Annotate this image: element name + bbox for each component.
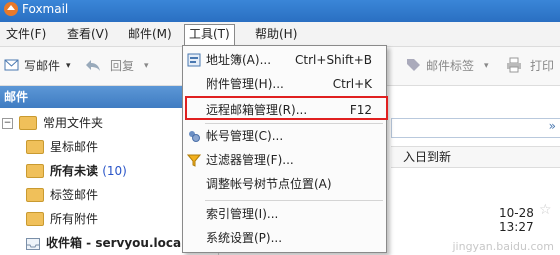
reply-button[interactable]: 回复 — [110, 57, 134, 75]
menu-item-system-settings[interactable]: 系统设置(P)... — [183, 226, 386, 250]
menu-help[interactable]: 帮助(H) — [251, 25, 301, 43]
search-input[interactable]: » — [391, 118, 560, 138]
menu-view[interactable]: 查看(V) — [63, 25, 113, 43]
tree-item-tagged[interactable]: 标签邮件 — [26, 184, 98, 206]
tree-item-starred[interactable]: 星标邮件 — [26, 136, 98, 158]
title-bar: Foxmail — [0, 0, 560, 22]
menu-item-filter-manager[interactable]: 过滤器管理(F)... — [183, 148, 386, 172]
menu-item-account-manager[interactable]: 帐号管理(C)... — [183, 124, 386, 148]
tree-item-unread[interactable]: 所有未读 (10) — [26, 160, 127, 182]
app-title: Foxmail — [22, 2, 69, 16]
folder-icon — [26, 187, 44, 202]
reply-icon — [86, 60, 100, 71]
collapse-icon[interactable]: − — [2, 118, 13, 129]
folder-icon — [26, 211, 44, 226]
tree-item-common-folders[interactable]: − 常用文件夹 — [2, 112, 103, 134]
filter-icon — [187, 154, 201, 167]
menu-file[interactable]: 文件(F) — [2, 25, 50, 43]
chevron-down-icon[interactable]: ▾ — [484, 57, 489, 75]
tag-icon — [407, 59, 420, 71]
menu-mail[interactable]: 邮件(M) — [124, 25, 176, 43]
folder-icon — [19, 115, 37, 130]
sort-label: 入日到新 — [403, 150, 452, 164]
folder-icon — [26, 163, 44, 178]
menu-item-address-book[interactable]: 地址簿(A)... Ctrl+Shift+B — [183, 48, 386, 72]
account-icon — [189, 131, 200, 142]
tools-menu: 地址簿(A)... Ctrl+Shift+B 附件管理(H)... Ctrl+K… — [182, 45, 387, 253]
unread-count: (10) — [102, 164, 127, 178]
print-icon — [507, 57, 521, 73]
inbox-icon — [26, 237, 40, 250]
folder-icon — [26, 139, 44, 154]
chevron-down-icon[interactable]: ▾ — [66, 57, 71, 75]
tree-item-inbox[interactable]: 收件箱 - servyou.local — [26, 232, 185, 254]
menu-separator — [205, 200, 383, 201]
write-mail-button[interactable]: 写邮件 — [24, 57, 60, 75]
sort-header[interactable]: 入日到新 — [391, 146, 560, 168]
tree-item-attachments[interactable]: 所有附件 — [26, 208, 98, 230]
highlight-box — [185, 96, 388, 120]
print-button[interactable]: 打印 — [530, 57, 554, 75]
menu-tools[interactable]: 工具(T) — [184, 24, 235, 46]
mail-tag-button[interactable]: 邮件标签 — [426, 57, 474, 75]
star-icon[interactable]: ☆ — [539, 202, 552, 218]
menu-item-attachment-manager[interactable]: 附件管理(H)... Ctrl+K — [183, 72, 386, 96]
menu-item-account-tree-position[interactable]: 调整帐号树节点位置(A) — [183, 172, 386, 196]
chevron-down-icon[interactable]: » — [549, 119, 556, 133]
foxmail-logo-icon — [4, 2, 18, 16]
address-book-icon — [187, 53, 201, 67]
menu-bar: 文件(F) 查看(V) 邮件(M) 工具(T) 帮助(H) — [0, 22, 560, 47]
chevron-down-icon[interactable]: ▾ — [144, 57, 149, 75]
write-mail-icon — [4, 59, 19, 71]
menu-item-index-manager[interactable]: 索引管理(I)... — [183, 202, 386, 226]
watermark: jingyan.baidu.com — [452, 240, 554, 253]
